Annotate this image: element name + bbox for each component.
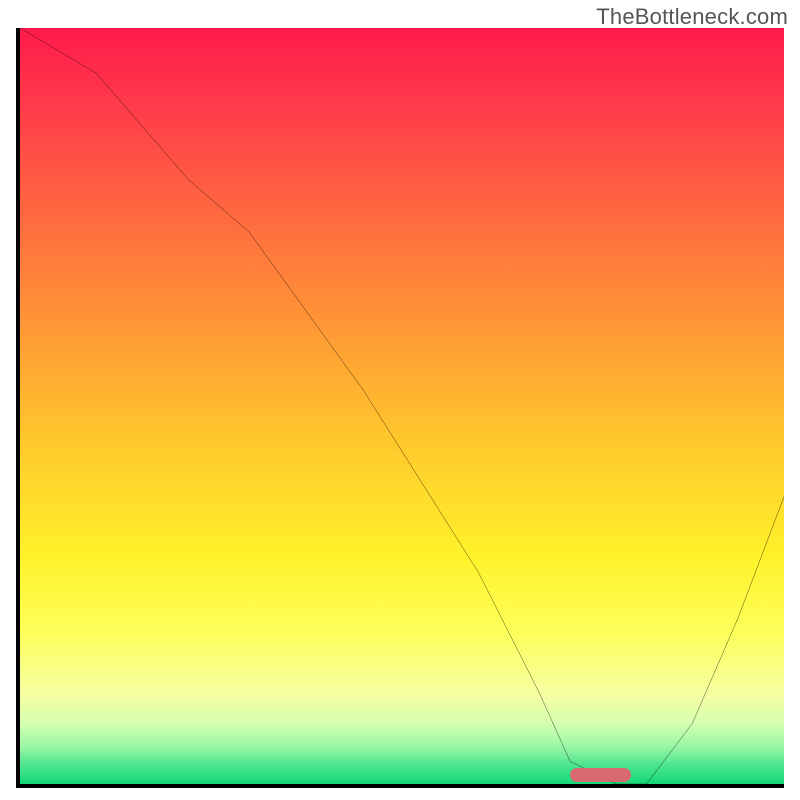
watermark-text: TheBottleneck.com [596, 4, 788, 30]
optimum-marker [570, 768, 631, 782]
bottleneck-curve-path [20, 28, 784, 784]
chart-container: TheBottleneck.com [0, 0, 800, 800]
curve-layer [20, 28, 784, 784]
plot-area [16, 28, 784, 788]
